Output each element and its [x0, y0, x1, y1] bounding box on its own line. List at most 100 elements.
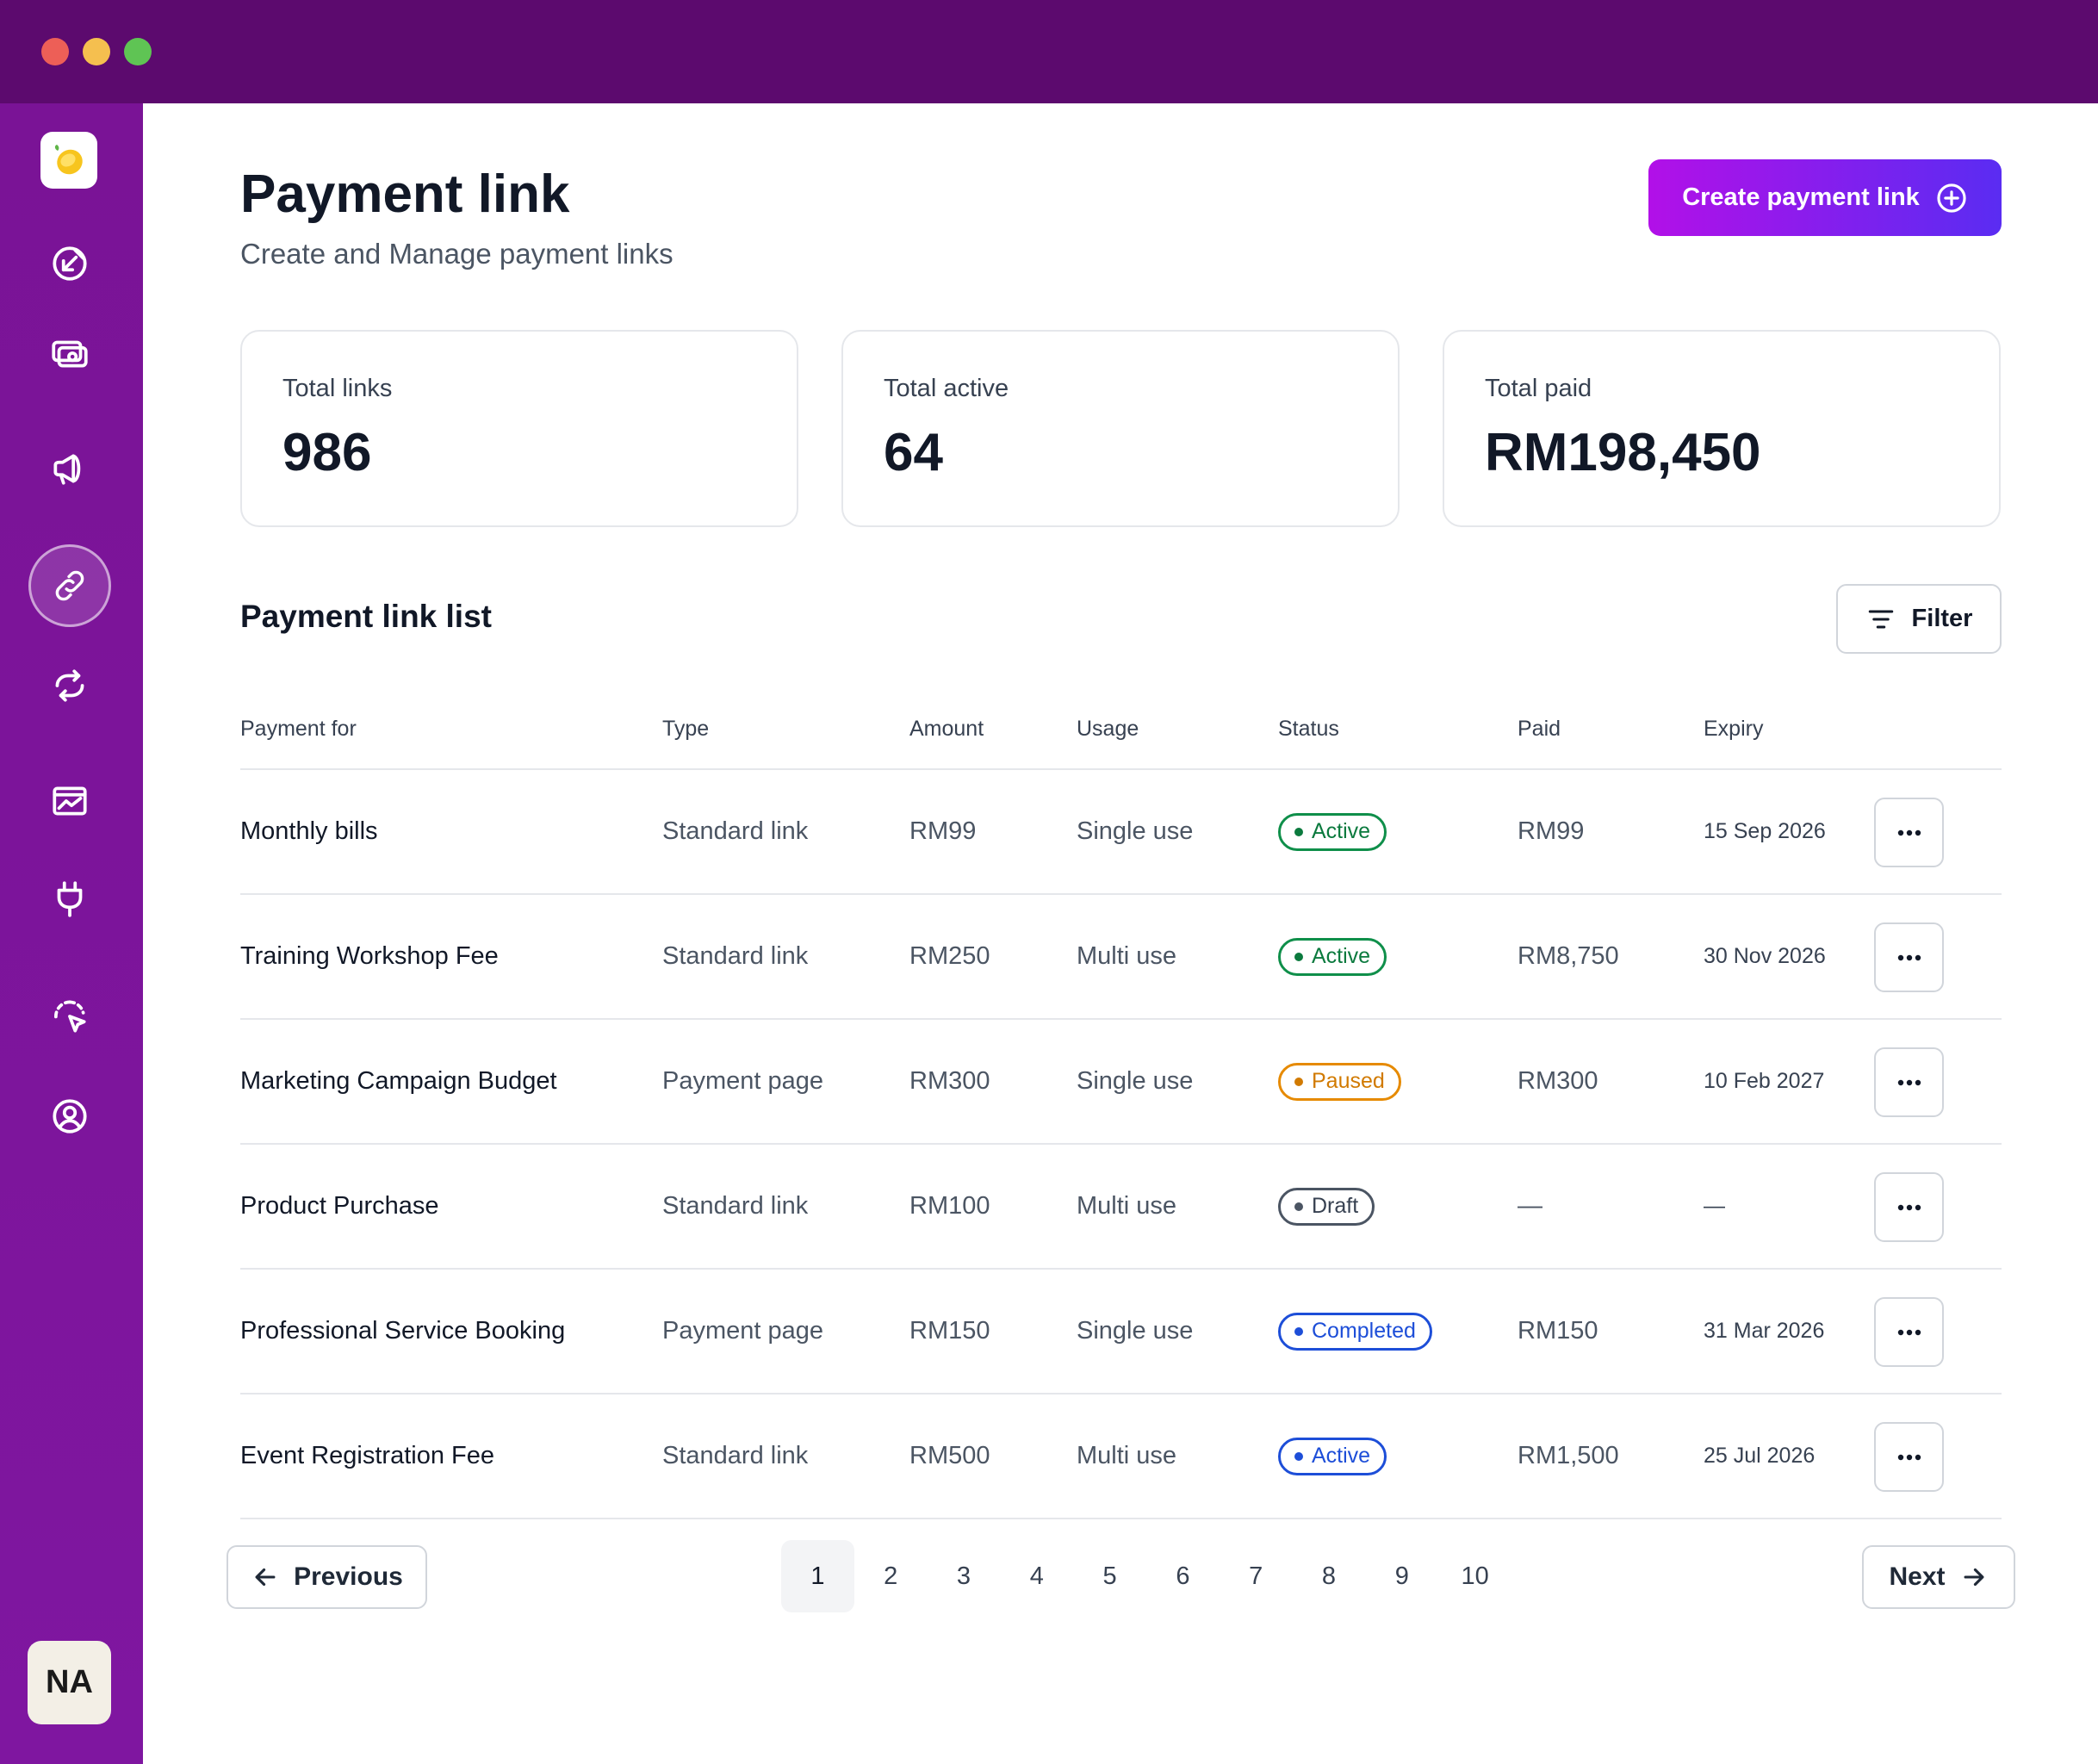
cell-payment-for: Monthly bills [240, 817, 378, 845]
page-number-3[interactable]: 3 [928, 1540, 1001, 1612]
page-number-2[interactable]: 2 [854, 1540, 928, 1612]
window-maximize-button[interactable] [124, 38, 152, 65]
cell-paid: RM300 [1518, 1067, 1598, 1095]
cell-paid: — [1518, 1192, 1542, 1220]
cursor-select-icon [53, 1000, 86, 1033]
sidebar-item-campaigns[interactable] [40, 439, 99, 498]
row-actions-button[interactable] [1874, 1297, 1944, 1367]
stat-label: Total active [884, 375, 1009, 402]
cell-amount: RM99 [909, 817, 977, 845]
more-horizontal-icon [1897, 829, 1921, 835]
lemon-icon [54, 145, 83, 175]
user-avatar[interactable]: NA [28, 1641, 111, 1724]
column-header-expiry[interactable]: Expiry [1704, 717, 1763, 742]
status-dot-icon [1294, 1326, 1303, 1336]
cell-type: Standard link [662, 1442, 809, 1469]
filter-icon [1868, 610, 1893, 628]
cell-usage: Single use [1077, 817, 1194, 845]
cell-amount: RM300 [909, 1067, 990, 1095]
status-dot-icon [1294, 1202, 1303, 1211]
cell-usage: Multi use [1077, 1442, 1177, 1469]
filter-label: Filter [1911, 605, 1973, 632]
previous-page-button[interactable]: Previous [227, 1545, 427, 1609]
stat-card-total-paid: Total paid RM198,450 [1443, 330, 2001, 527]
page-number-9[interactable]: 9 [1365, 1540, 1438, 1612]
next-label: Next [1889, 1562, 1946, 1591]
app-logo[interactable] [40, 132, 97, 189]
cell-expiry: 30 Nov 2026 [1704, 944, 1826, 968]
status-badge: Draft [1278, 1187, 1375, 1226]
cell-paid: RM99 [1518, 817, 1585, 845]
stat-value: RM198,450 [1485, 423, 1761, 482]
window-minimize-button[interactable] [83, 38, 110, 65]
row-actions-button[interactable] [1874, 922, 1944, 992]
status-label: Active [1312, 1444, 1371, 1468]
cell-payment-for: Professional Service Booking [240, 1317, 566, 1345]
cell-type: Standard link [662, 942, 809, 970]
sidebar-item-receive[interactable] [40, 234, 99, 293]
table-row[interactable]: Monthly bills Standard link RM99 Single … [240, 770, 2002, 895]
cell-amount: RM250 [909, 942, 990, 970]
more-horizontal-icon [1897, 1329, 1921, 1335]
page-number-8[interactable]: 8 [1293, 1540, 1366, 1612]
cell-status: Completed [1278, 1270, 1432, 1393]
status-badge: Active [1278, 937, 1387, 976]
table-row[interactable]: Professional Service Booking Payment pag… [240, 1270, 2002, 1394]
page-number-5[interactable]: 5 [1073, 1540, 1146, 1612]
page-subtitle: Create and Manage payment links [240, 238, 673, 270]
stat-label: Total paid [1485, 375, 1592, 402]
filter-button[interactable]: Filter [1836, 584, 2002, 654]
sidebar-item-account[interactable] [40, 1087, 99, 1146]
status-dot-icon [1294, 952, 1303, 961]
user-circle-icon [53, 1099, 87, 1134]
column-header-status[interactable]: Status [1278, 717, 1339, 742]
next-page-button[interactable]: Next [1862, 1545, 2015, 1609]
row-actions-button[interactable] [1874, 1172, 1944, 1242]
page-number-1[interactable]: 1 [781, 1540, 854, 1612]
table-row[interactable]: Training Workshop Fee Standard link RM25… [240, 895, 2002, 1020]
table-body: Monthly bills Standard link RM99 Single … [240, 770, 2002, 1519]
sidebar-item-wallet[interactable] [40, 324, 99, 382]
window-close-button[interactable] [41, 38, 69, 65]
page-number-7[interactable]: 7 [1220, 1540, 1293, 1612]
cell-type: Standard link [662, 1192, 809, 1220]
row-actions-button[interactable] [1874, 798, 1944, 867]
cell-usage: Single use [1077, 1317, 1194, 1345]
page-number-4[interactable]: 4 [1000, 1540, 1073, 1612]
status-label: Active [1312, 819, 1371, 843]
column-header-usage[interactable]: Usage [1077, 717, 1139, 742]
cell-paid: RM8,750 [1518, 942, 1619, 970]
cell-expiry: 31 Mar 2026 [1704, 1319, 1825, 1343]
row-actions-button[interactable] [1874, 1422, 1944, 1492]
column-header-paid[interactable]: Paid [1518, 717, 1561, 742]
wallet-icon [52, 340, 88, 368]
cell-paid: RM150 [1518, 1317, 1598, 1345]
cell-usage: Multi use [1077, 942, 1177, 970]
status-label: Completed [1312, 1319, 1416, 1343]
cell-status: Paused [1278, 1020, 1401, 1143]
page-number-10[interactable]: 10 [1438, 1540, 1511, 1612]
cell-payment-for: Event Registration Fee [240, 1442, 494, 1469]
cell-expiry: 10 Feb 2027 [1704, 1069, 1825, 1093]
column-header-payment-for[interactable]: Payment for [240, 717, 357, 742]
cell-amount: RM500 [909, 1442, 990, 1469]
sidebar-item-recurring[interactable] [40, 656, 99, 715]
sidebar-item-payment-links[interactable] [28, 544, 111, 627]
row-actions-button[interactable] [1874, 1047, 1944, 1117]
sidebar-item-integrations[interactable] [40, 870, 99, 929]
pagination: 1 2 3 4 5 6 7 8 9 10 [781, 1540, 1511, 1612]
more-horizontal-icon [1897, 1079, 1921, 1085]
chart-card-icon [53, 786, 87, 816]
table-row[interactable]: Marketing Campaign Budget Payment page R… [240, 1020, 2002, 1145]
sidebar-item-select[interactable] [40, 987, 99, 1046]
cell-type: Standard link [662, 817, 809, 845]
page-number-6[interactable]: 6 [1146, 1540, 1220, 1612]
column-header-type[interactable]: Type [662, 717, 709, 742]
status-dot-icon [1294, 827, 1303, 836]
table-row[interactable]: Event Registration Fee Standard link RM5… [240, 1394, 2002, 1519]
sidebar-item-reports[interactable] [40, 772, 99, 830]
table-row[interactable]: Product Purchase Standard link RM100 Mul… [240, 1145, 2002, 1270]
cell-status: Active [1278, 770, 1387, 893]
column-header-amount[interactable]: Amount [909, 717, 984, 742]
create-payment-link-button[interactable]: Create payment link [1648, 159, 2002, 236]
